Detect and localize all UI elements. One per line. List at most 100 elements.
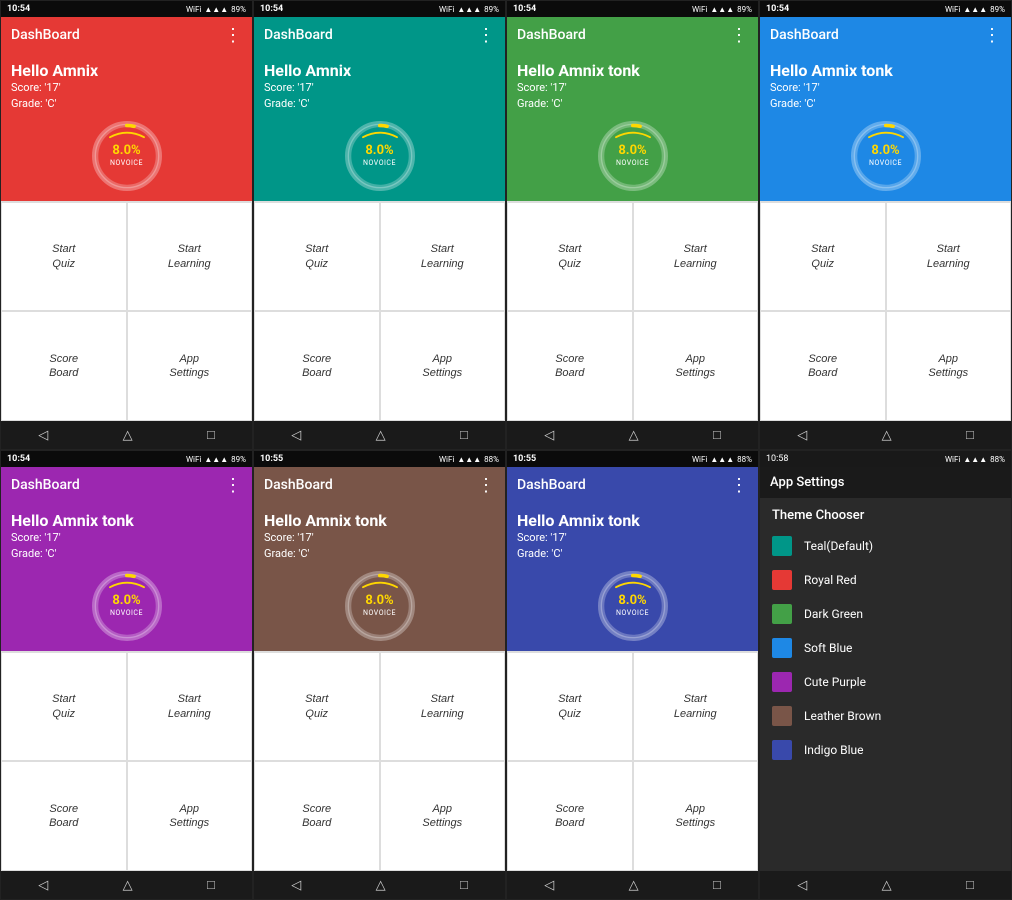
app-bar-4: DashBoard ⋮ <box>760 17 1011 53</box>
theme-item-indigo[interactable]: Indigo Blue <box>760 733 1011 767</box>
app-bar-5: DashBoard ⋮ <box>1 467 252 503</box>
back-icon-settings[interactable]: ◁ <box>797 878 807 893</box>
start-quiz-btn-4[interactable]: StartQuiz <box>760 202 886 312</box>
battery-icon-3: 89% <box>737 5 752 14</box>
back-icon-3[interactable]: ◁ <box>544 428 554 443</box>
greeting-3: Hello Amnix tonk <box>517 61 748 80</box>
gauge-area-2: 8.0% NOVOICE <box>254 117 505 201</box>
app-settings-btn-3[interactable]: AppSettings <box>633 311 759 421</box>
start-quiz-btn-6[interactable]: StartQuiz <box>254 652 380 762</box>
score-board-btn-4[interactable]: ScoreBoard <box>760 311 886 421</box>
score-board-btn-6[interactable]: ScoreBoard <box>254 761 380 871</box>
start-learning-btn-3[interactable]: StartLearning <box>633 202 759 312</box>
home-icon-1[interactable]: △ <box>123 428 133 443</box>
wifi-icon-4: WiFi <box>945 5 960 14</box>
start-learning-btn-5[interactable]: StartLearning <box>127 652 253 762</box>
recent-icon-6[interactable]: □ <box>460 877 468 893</box>
start-quiz-btn-5[interactable]: StartQuiz <box>1 652 127 762</box>
recent-icon-settings[interactable]: □ <box>966 877 974 893</box>
gauge-svg-4 <box>851 121 921 191</box>
home-icon-settings[interactable]: △ <box>882 878 892 893</box>
recent-icon-7[interactable]: □ <box>713 877 721 893</box>
recent-icon-5[interactable]: □ <box>207 877 215 893</box>
home-icon-5[interactable]: △ <box>123 878 133 893</box>
start-quiz-btn-1[interactable]: StartQuiz <box>1 202 127 312</box>
time-5: 10:54 <box>7 454 30 464</box>
recent-icon-2[interactable]: □ <box>460 427 468 443</box>
theme-label-red: Royal Red <box>804 573 857 587</box>
app-bar-7: DashBoard ⋮ <box>507 467 758 503</box>
back-icon-6[interactable]: ◁ <box>291 878 301 893</box>
phone-screen-green: 10:54 WiFi ▲▲▲ 89% DashBoard ⋮ Hello Amn… <box>506 0 759 450</box>
battery-icon-6: 88% <box>484 455 499 464</box>
score-board-btn-1[interactable]: ScoreBoard <box>1 311 127 421</box>
gauge-svg-1 <box>92 121 162 191</box>
menu-icon-5[interactable]: ⋮ <box>224 475 242 496</box>
theme-item-red[interactable]: Royal Red <box>760 563 1011 597</box>
back-icon-7[interactable]: ◁ <box>544 878 554 893</box>
theme-label-blue: Soft Blue <box>804 641 852 655</box>
app-settings-btn-2[interactable]: AppSettings <box>380 311 506 421</box>
app-settings-btn-5[interactable]: AppSettings <box>127 761 253 871</box>
menu-icon-3[interactable]: ⋮ <box>730 25 748 46</box>
gauge-svg-3 <box>598 121 668 191</box>
app-settings-btn-6[interactable]: AppSettings <box>380 761 506 871</box>
gauge-svg-7 <box>598 571 668 641</box>
start-learning-btn-4[interactable]: StartLearning <box>886 202 1012 312</box>
settings-signal-icon: ▲▲▲ <box>963 455 987 464</box>
start-learning-btn-6[interactable]: StartLearning <box>380 652 506 762</box>
purple-color-swatch <box>772 672 792 692</box>
start-learning-btn-1[interactable]: StartLearning <box>127 202 253 312</box>
back-icon-4[interactable]: ◁ <box>797 428 807 443</box>
back-icon-1[interactable]: ◁ <box>38 428 48 443</box>
time-7: 10:55 <box>513 454 536 464</box>
button-grid-5: StartQuiz StartLearning ScoreBoard AppSe… <box>1 651 252 871</box>
theme-item-purple[interactable]: Cute Purple <box>760 665 1011 699</box>
back-icon-5[interactable]: ◁ <box>38 878 48 893</box>
home-icon-2[interactable]: △ <box>376 428 386 443</box>
app-settings-btn-4[interactable]: AppSettings <box>886 311 1012 421</box>
back-icon-2[interactable]: ◁ <box>291 428 301 443</box>
start-learning-btn-2[interactable]: StartLearning <box>380 202 506 312</box>
home-icon-4[interactable]: △ <box>882 428 892 443</box>
recent-icon-4[interactable]: □ <box>966 427 974 443</box>
gauge-circle-5: 8.0% NOVOICE <box>92 571 162 641</box>
menu-icon-6[interactable]: ⋮ <box>477 475 495 496</box>
status-icons-1: WiFi ▲▲▲ 89% <box>186 5 246 14</box>
recent-icon-1[interactable]: □ <box>207 427 215 443</box>
theme-item-brown[interactable]: Leather Brown <box>760 699 1011 733</box>
home-icon-7[interactable]: △ <box>629 878 639 893</box>
indigo-color-swatch <box>772 740 792 760</box>
battery-icon-5: 89% <box>231 455 246 464</box>
score-board-btn-5[interactable]: ScoreBoard <box>1 761 127 871</box>
recent-icon-3[interactable]: □ <box>713 427 721 443</box>
theme-item-green[interactable]: Dark Green <box>760 597 1011 631</box>
battery-icon-4: 89% <box>990 5 1005 14</box>
menu-icon-1[interactable]: ⋮ <box>224 25 242 46</box>
menu-icon-2[interactable]: ⋮ <box>477 25 495 46</box>
start-learning-btn-7[interactable]: StartLearning <box>633 652 759 762</box>
grade-2: Grade: 'C' <box>264 96 495 111</box>
phone-screen-brown: 10:55 WiFi ▲▲▲ 88% DashBoard ⋮ Hello Amn… <box>253 450 506 900</box>
button-grid-2: StartQuiz StartLearning ScoreBoard AppSe… <box>254 201 505 421</box>
start-quiz-btn-3[interactable]: StartQuiz <box>507 202 633 312</box>
theme-item-teal[interactable]: Teal(Default) <box>760 529 1011 563</box>
greeting-4: Hello Amnix tonk <box>770 61 1001 80</box>
score-board-btn-3[interactable]: ScoreBoard <box>507 311 633 421</box>
score-board-btn-7[interactable]: ScoreBoard <box>507 761 633 871</box>
app-settings-btn-1[interactable]: AppSettings <box>127 311 253 421</box>
nav-bar-6: ◁ △ □ <box>254 871 505 899</box>
menu-icon-4[interactable]: ⋮ <box>983 25 1001 46</box>
theme-chooser-title: Theme Chooser <box>760 498 1011 529</box>
theme-item-blue[interactable]: Soft Blue <box>760 631 1011 665</box>
gauge-circle-6: 8.0% NOVOICE <box>345 571 415 641</box>
home-icon-6[interactable]: △ <box>376 878 386 893</box>
greeting-1: Hello Amnix <box>11 61 242 80</box>
app-settings-btn-7[interactable]: AppSettings <box>633 761 759 871</box>
score-board-btn-2[interactable]: ScoreBoard <box>254 311 380 421</box>
battery-icon-7: 88% <box>737 455 752 464</box>
home-icon-3[interactable]: △ <box>629 428 639 443</box>
start-quiz-btn-7[interactable]: StartQuiz <box>507 652 633 762</box>
start-quiz-btn-2[interactable]: StartQuiz <box>254 202 380 312</box>
menu-icon-7[interactable]: ⋮ <box>730 475 748 496</box>
